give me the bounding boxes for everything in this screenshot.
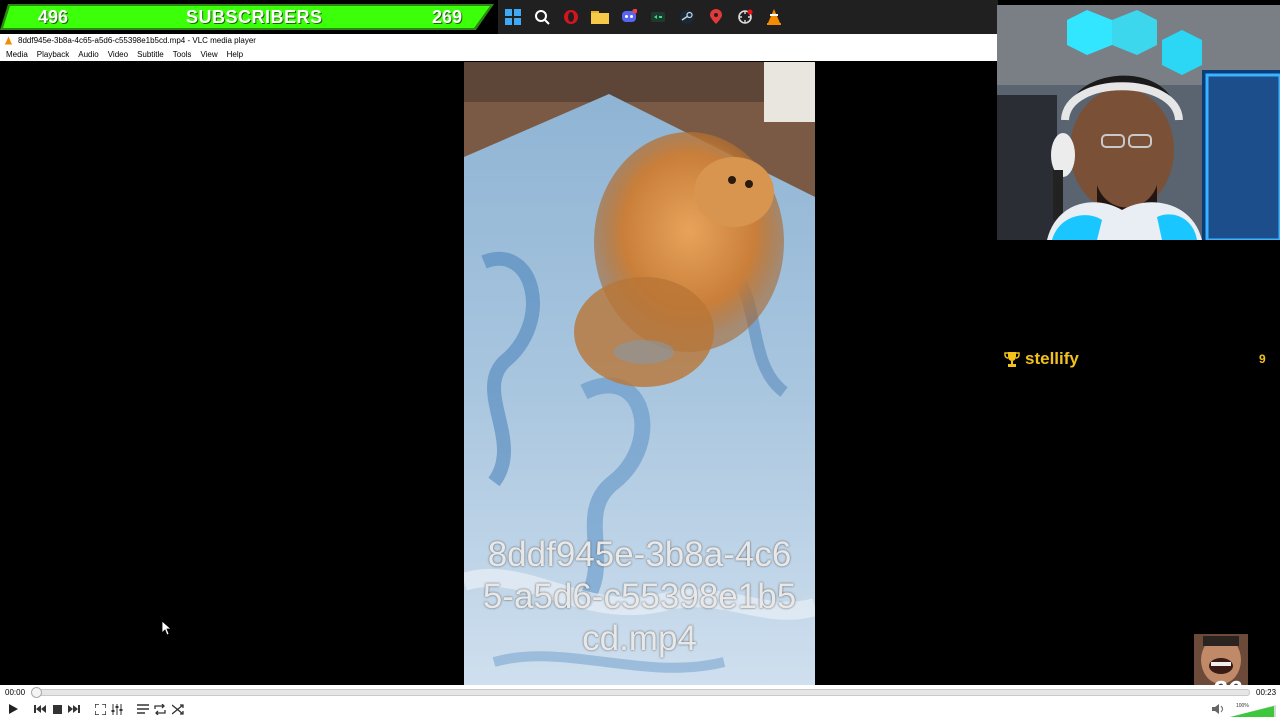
total-time: 00:23 xyxy=(1256,688,1277,697)
menu-playback[interactable]: Playback xyxy=(37,50,69,59)
play-button[interactable] xyxy=(6,702,20,716)
search-icon[interactable] xyxy=(532,7,552,27)
caption-line: 8ddf945e-3b8a-4c6 xyxy=(487,535,792,574)
window-title: 8ddf945e-3b8a-4c65-a5d6-c55398e1b5cd.mp4… xyxy=(18,36,256,45)
video-frame[interactable]: 8ddf945e-3b8a-4c6 5-a5d6-c55398e1b5 cd.m… xyxy=(464,62,815,685)
windows-start-icon[interactable] xyxy=(503,7,523,27)
subscriber-count-right: 269 xyxy=(432,7,463,27)
subscriber-banner: 496 SUBSCRIBERS 269 xyxy=(0,0,498,34)
mouse-cursor-icon xyxy=(162,621,172,635)
menu-tools[interactable]: Tools xyxy=(173,50,192,59)
menu-subtitle[interactable]: Subtitle xyxy=(137,50,164,59)
playlist-button[interactable] xyxy=(136,702,150,716)
fullscreen-button[interactable] xyxy=(93,702,107,716)
subscriber-count-left: 496 xyxy=(38,7,69,27)
play-icon xyxy=(9,704,18,714)
next-icon xyxy=(68,705,80,713)
window-titlebar: 8ddf945e-3b8a-4c65-a5d6-c55398e1b5cd.mp4… xyxy=(0,34,998,47)
seek-slider[interactable] xyxy=(34,689,1250,696)
menu-audio[interactable]: Audio xyxy=(78,50,98,59)
speaker-icon[interactable] xyxy=(1212,703,1224,715)
leaderboard-name: stellify xyxy=(1025,349,1079,368)
shuffle-button[interactable] xyxy=(171,702,185,716)
previous-icon xyxy=(34,705,46,713)
vlc-cone-icon[interactable] xyxy=(764,7,784,27)
settings-wheel-icon[interactable] xyxy=(735,7,755,27)
video-filename-caption: 8ddf945e-3b8a-4c6 5-a5d6-c55398e1b5 cd.m… xyxy=(464,534,815,660)
caption-line: 5-a5d6-c55398e1b5 xyxy=(482,577,797,616)
file-explorer-icon[interactable] xyxy=(590,7,610,27)
shuffle-icon xyxy=(172,703,184,715)
menu-help[interactable]: Help xyxy=(227,50,243,59)
playlist-icon xyxy=(137,704,149,714)
trophy-icon xyxy=(1004,351,1020,367)
webcam-image xyxy=(997,5,1280,240)
loop-icon xyxy=(154,703,166,715)
next-button[interactable] xyxy=(67,702,81,716)
menu-media[interactable]: Media xyxy=(6,50,28,59)
app-icon[interactable] xyxy=(648,7,668,27)
opera-browser-icon[interactable] xyxy=(561,7,581,27)
elapsed-time: 00:00 xyxy=(5,688,26,697)
equalizer-icon xyxy=(111,703,123,715)
previous-button[interactable] xyxy=(33,702,47,716)
menu-bar: Media Playback Audio Video Subtitle Tool… xyxy=(0,47,998,61)
seek-handle[interactable] xyxy=(31,687,42,698)
stop-button[interactable] xyxy=(50,702,64,716)
loop-button[interactable] xyxy=(153,702,167,716)
taskbar xyxy=(498,0,998,34)
caption-line: cd.mp4 xyxy=(582,619,697,658)
leaderboard-count: 9 xyxy=(1259,352,1266,366)
stop-icon xyxy=(52,704,62,714)
volume-percent: 100% xyxy=(1236,703,1249,709)
vlc-app-icon xyxy=(5,36,12,45)
fullscreen-icon xyxy=(94,703,106,715)
leaderboard-entry: stellify xyxy=(1004,349,1079,369)
webcam-feed xyxy=(997,5,1280,240)
subscriber-label: SUBSCRIBERS xyxy=(186,7,323,27)
menu-video[interactable]: Video xyxy=(108,50,128,59)
maps-pin-icon[interactable] xyxy=(706,7,726,27)
control-bar xyxy=(0,699,1280,720)
steam-icon[interactable] xyxy=(677,7,697,27)
discord-icon[interactable] xyxy=(619,7,639,27)
menu-view[interactable]: View xyxy=(200,50,217,59)
extended-settings-button[interactable] xyxy=(110,702,124,716)
